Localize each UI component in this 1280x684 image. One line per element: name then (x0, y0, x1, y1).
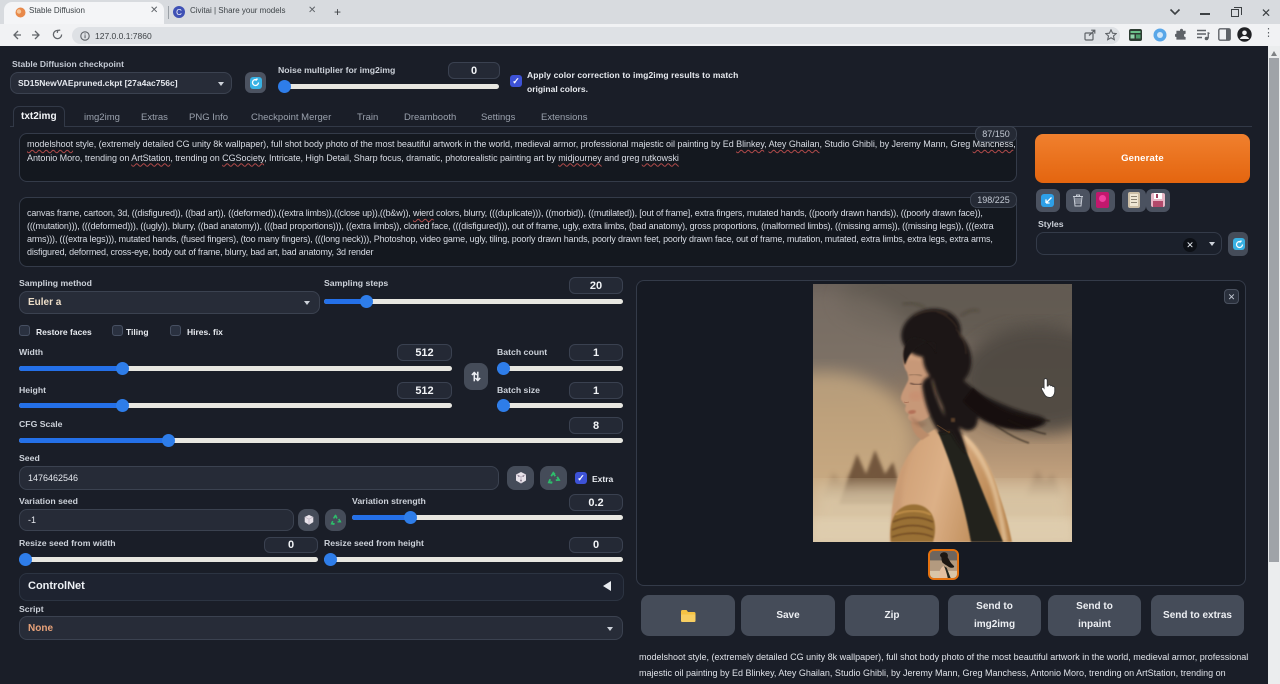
svg-text:C: C (176, 8, 182, 17)
